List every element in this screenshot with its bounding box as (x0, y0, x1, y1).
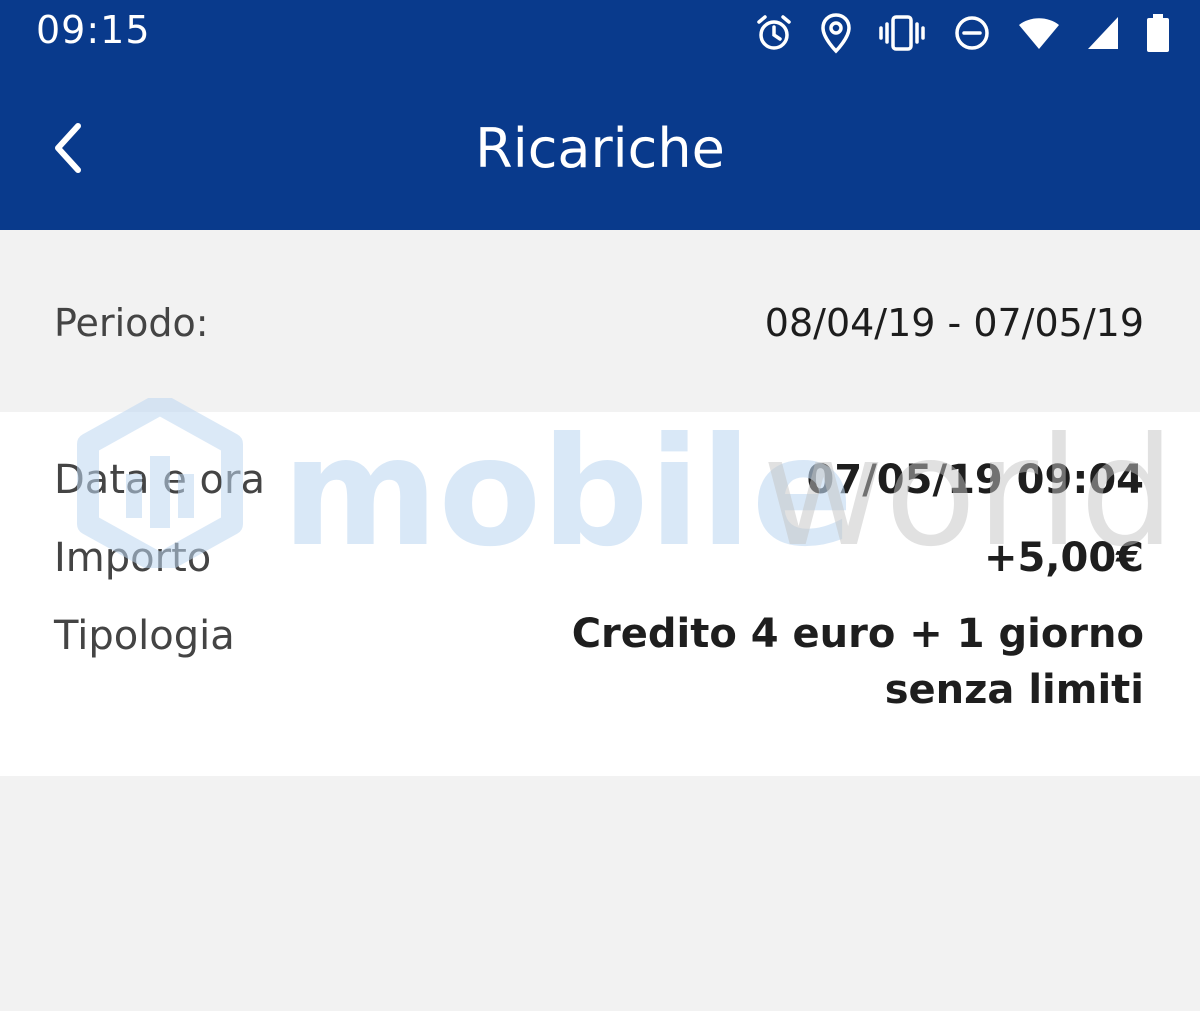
type-value: Credito 4 euro + 1 giorno senza limiti (571, 611, 1144, 713)
vibrate-icon (878, 13, 926, 53)
page-title: Ricariche (475, 117, 725, 180)
status-time: 09:15 (36, 8, 151, 52)
amount-label: Importo (54, 535, 212, 581)
status-icons (754, 10, 1170, 56)
do-not-disturb-icon (952, 13, 992, 53)
amount-value: +5,00€ (983, 535, 1144, 581)
recharge-detail-card[interactable]: Data e ora 07/05/19 09:04 Importo +5,00€… (0, 412, 1200, 776)
period-value: 08/04/19 - 07/05/19 (764, 301, 1144, 345)
date-label: Data e ora (54, 457, 265, 503)
status-bar: 09:15 (0, 0, 1200, 70)
signal-icon (1086, 15, 1120, 51)
period-row: Periodo: 08/04/19 - 07/05/19 (0, 230, 1200, 412)
period-label: Periodo: (54, 301, 209, 345)
location-icon (820, 12, 852, 54)
date-value: 07/05/19 09:04 (806, 457, 1144, 503)
alarm-icon (754, 13, 794, 53)
wifi-icon (1018, 15, 1060, 51)
battery-icon (1146, 13, 1170, 53)
app-bar: Ricariche (0, 70, 1200, 230)
type-label: Tipologia (54, 613, 235, 659)
